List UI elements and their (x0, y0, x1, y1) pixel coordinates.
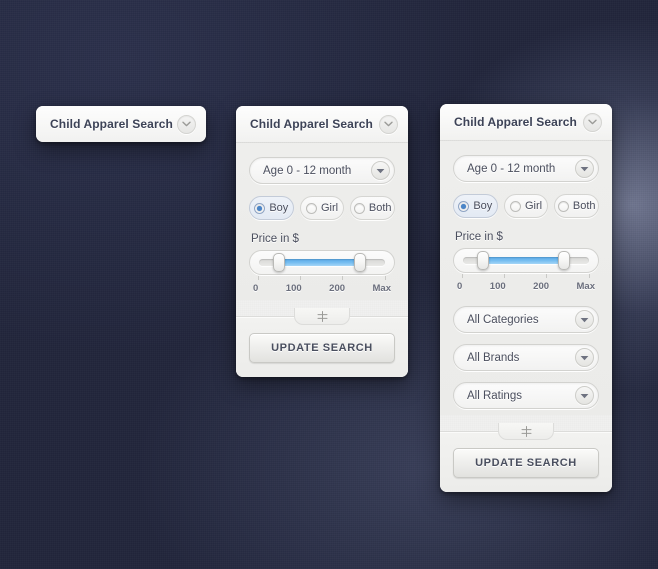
gender-option-boy[interactable]: Boy (249, 196, 294, 220)
radio-dot-icon (458, 200, 470, 212)
radio-dot-icon (509, 200, 521, 212)
chevron-down-icon (182, 121, 191, 127)
scale-tick-label: Max (372, 283, 391, 294)
panel-full: Child Apparel Search Age 0 - 12 month Bo… (440, 104, 612, 492)
page-title: Child Apparel Search (454, 115, 577, 129)
gender-option-girl[interactable]: Girl (503, 194, 549, 218)
collapse-toggle-button[interactable] (583, 112, 602, 132)
gender-option-girl[interactable]: Girl (299, 196, 345, 220)
price-range-slider[interactable] (249, 250, 395, 275)
brand-select-value: All Brands (467, 351, 520, 364)
gender-option-both[interactable]: Both (554, 194, 600, 218)
scale-tick-label: Max (576, 281, 595, 292)
radio-dot-icon (305, 202, 317, 214)
gender-option-label: Both (368, 202, 392, 214)
caret-down-icon (575, 386, 594, 405)
slider-handle-min[interactable] (273, 253, 286, 272)
collapse-toggle-button[interactable] (177, 114, 196, 134)
scale-tick-label: 200 (329, 283, 346, 294)
panel-footer: UPDATE SEARCH (440, 423, 612, 492)
slider-fill (279, 259, 360, 266)
scale-tick-label: 0 (253, 283, 259, 294)
slider-track (259, 253, 385, 272)
resize-grip-icon (317, 310, 327, 322)
gender-option-label: Girl (524, 200, 543, 212)
page-title: Child Apparel Search (250, 117, 373, 131)
caret-down-icon (575, 310, 594, 329)
brand-select[interactable]: All Brands (453, 344, 599, 371)
gender-option-both[interactable]: Both (350, 196, 396, 220)
slider-handle-max[interactable] (557, 251, 570, 270)
caret-down-icon (371, 161, 390, 180)
slider-fill (483, 257, 564, 264)
gender-option-label: Girl (320, 202, 339, 214)
rating-select-value: All Ratings (467, 389, 522, 402)
panel-header: Child Apparel Search (36, 106, 206, 142)
price-slider-scale: 0 100 200 Max (253, 283, 391, 294)
slider-handle-max[interactable] (353, 253, 366, 272)
price-slider-scale: 0 100 200 Max (457, 281, 595, 292)
price-range-slider[interactable] (453, 248, 599, 273)
update-search-button[interactable]: UPDATE SEARCH (453, 448, 599, 478)
resize-grip-icon (521, 425, 531, 437)
panel-body: Age 0 - 12 month Boy Girl Both Price in … (440, 141, 612, 415)
chevron-down-icon (384, 121, 393, 127)
radio-dot-icon (557, 200, 569, 212)
gender-option-label: Both (572, 200, 596, 212)
caret-down-icon (575, 159, 594, 178)
chevron-down-icon (588, 119, 597, 125)
collapse-toggle-button[interactable] (379, 114, 398, 134)
age-select[interactable]: Age 0 - 12 month (249, 157, 395, 184)
panel-header: Child Apparel Search (440, 104, 612, 140)
category-select-value: All Categories (467, 313, 539, 326)
slider-handle-min[interactable] (477, 251, 490, 270)
slider-tick-marks (462, 274, 590, 279)
price-slider-label: Price in $ (251, 233, 299, 245)
scale-tick-label: 200 (533, 281, 550, 292)
page-title: Child Apparel Search (50, 117, 173, 131)
panel-header: Child Apparel Search (236, 106, 408, 142)
radio-dot-icon (254, 202, 266, 214)
gender-option-label: Boy (473, 200, 493, 212)
panel-footer: UPDATE SEARCH (236, 308, 408, 377)
gender-radio-group: Boy Girl Both (249, 196, 396, 220)
panel-collapsed: Child Apparel Search (36, 106, 206, 142)
slider-track (463, 251, 589, 270)
price-slider-label: Price in $ (455, 231, 503, 243)
age-select-value: Age 0 - 12 month (467, 162, 556, 175)
gender-option-label: Boy (269, 202, 289, 214)
scale-tick-label: 100 (285, 283, 302, 294)
resize-grip-handle[interactable] (294, 308, 350, 325)
slider-tick-marks (258, 276, 386, 281)
resize-grip-handle[interactable] (498, 423, 554, 440)
category-select[interactable]: All Categories (453, 306, 599, 333)
age-select[interactable]: Age 0 - 12 month (453, 155, 599, 182)
update-search-button[interactable]: UPDATE SEARCH (249, 333, 395, 363)
gender-option-boy[interactable]: Boy (453, 194, 498, 218)
gender-radio-group: Boy Girl Both (453, 194, 600, 218)
panel-body: Age 0 - 12 month Boy Girl Both Price in … (236, 143, 408, 300)
radio-dot-icon (353, 202, 365, 214)
panel-medium: Child Apparel Search Age 0 - 12 month Bo… (236, 106, 408, 377)
rating-select[interactable]: All Ratings (453, 382, 599, 409)
age-select-value: Age 0 - 12 month (263, 164, 352, 177)
scale-tick-label: 0 (457, 281, 463, 292)
scale-tick-label: 100 (489, 281, 506, 292)
caret-down-icon (575, 348, 594, 367)
